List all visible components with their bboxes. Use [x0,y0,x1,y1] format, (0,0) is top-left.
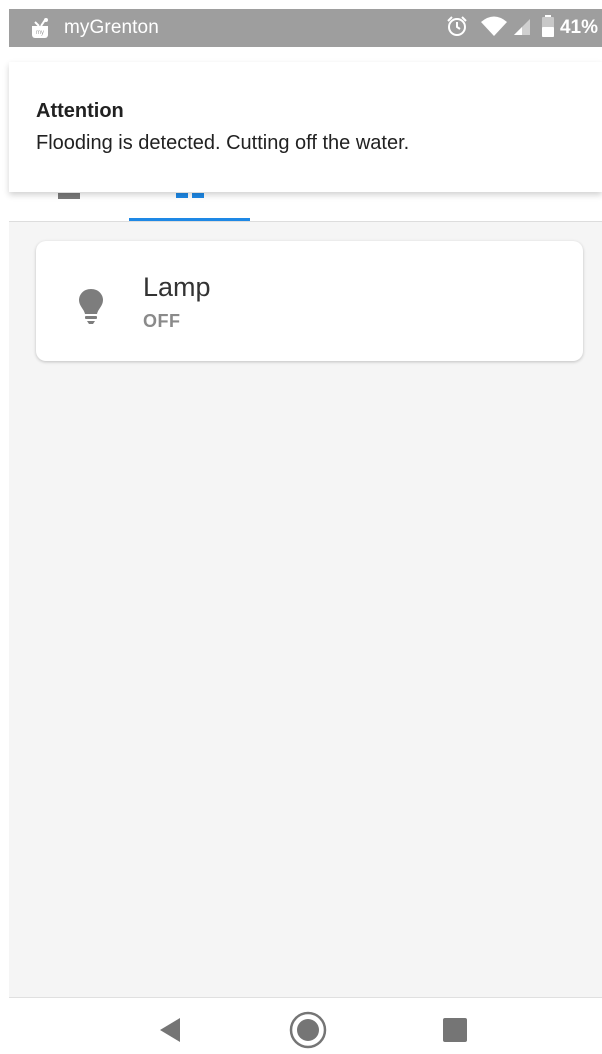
battery-percent: 41% [559,17,598,38]
mygrenton-app-icon: my [29,17,51,39]
notification-title: Attention [36,100,124,122]
device-state: OFF [143,311,181,331]
cell-signal-icon [512,15,532,42]
device-name: Lamp [143,272,211,302]
navigation-bar [9,997,602,1054]
tab-icon-left[interactable] [58,193,80,199]
home-icon[interactable] [286,1008,330,1052]
wifi-icon [480,15,508,42]
back-icon[interactable] [148,1008,192,1052]
battery-icon [541,14,554,42]
status-bar-left: my myGrenton [29,17,159,39]
alarm-clock-icon [446,15,468,42]
notification-banner[interactable]: Attention Flooding is detected. Cutting … [9,62,602,192]
recents-icon[interactable] [433,1008,477,1052]
notification-message: Flooding is detected. Cutting off the wa… [36,132,410,154]
status-bar: my myGrenton 41% [9,9,602,47]
tab-active-indicator [129,218,250,221]
tab-icon-grid[interactable] [176,193,206,199]
screen: my myGrenton 41% Attention Flooding is d… [0,0,602,1054]
svg-text:my: my [36,30,44,36]
status-app-name: myGrenton [64,17,159,38]
status-bar-right: 41% [446,9,602,47]
device-card-lamp[interactable]: Lamp OFF [36,241,583,361]
light-bulb-icon [78,287,104,325]
